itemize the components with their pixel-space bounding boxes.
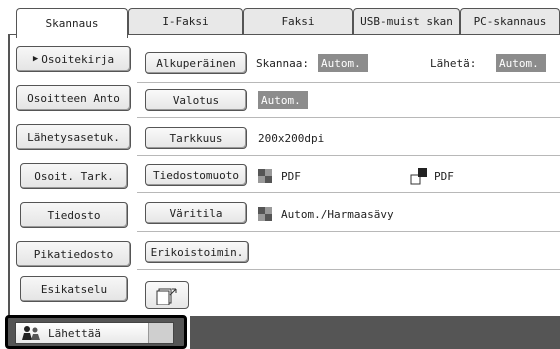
rotate-send-button[interactable] bbox=[145, 281, 189, 309]
color-mode-label: Väritila bbox=[169, 206, 223, 220]
tab-usb-scan[interactable]: USB-muist skan bbox=[353, 8, 460, 34]
tab-scan[interactable]: Skannaus bbox=[16, 8, 128, 38]
color-mode-grid-icon bbox=[258, 169, 272, 183]
scan-size-value: Autom. bbox=[318, 54, 368, 72]
address-input-button[interactable]: Osoitteen Anto bbox=[16, 85, 131, 111]
address-check-button[interactable]: Osoit. Tark. bbox=[20, 163, 128, 189]
special-modes-label: Erikoistoimin. bbox=[150, 245, 244, 259]
special-modes-button[interactable]: Erikoistoimin. bbox=[145, 241, 249, 263]
send-size-value: Autom. bbox=[496, 54, 546, 72]
quick-file-label: Pikatiedosto bbox=[33, 247, 114, 261]
file-format-button[interactable]: Tiedostomuoto bbox=[145, 164, 247, 186]
resolution-value: 200x200dpi bbox=[258, 132, 325, 145]
row-divider bbox=[137, 155, 560, 156]
mono-mode-icon bbox=[410, 168, 427, 185]
quick-file-button[interactable]: Pikatiedosto bbox=[16, 241, 131, 267]
send-settings-button[interactable]: Lähetysasetuk. bbox=[16, 124, 131, 150]
color-mode-button[interactable]: Väritila bbox=[145, 202, 247, 224]
address-book-label: Osoitekirja bbox=[41, 52, 115, 66]
format-mono-value: PDF bbox=[434, 170, 454, 183]
address-input-label: Osoitteen Anto bbox=[27, 91, 120, 105]
tab-label: USB-muist skan bbox=[360, 15, 453, 28]
tab-label: PC-skannaus bbox=[473, 15, 547, 28]
tab-label: Faksi bbox=[281, 15, 315, 28]
send-button[interactable]: Lähettää bbox=[15, 322, 174, 344]
row-divider bbox=[137, 231, 560, 232]
tab-pc-scan[interactable]: PC-skannaus bbox=[460, 8, 560, 34]
format-color-value: PDF bbox=[281, 170, 301, 183]
original-button[interactable]: Alkuperäinen bbox=[145, 52, 247, 74]
color-mode-grid-icon bbox=[258, 207, 272, 221]
tab-label: I-Faksi bbox=[162, 15, 209, 28]
preview-label: Esikatselu bbox=[40, 282, 108, 296]
scan-size-label: Skannaa: bbox=[256, 57, 309, 70]
status-bar bbox=[190, 316, 560, 349]
send-label: Lähettää bbox=[48, 326, 101, 340]
address-book-button[interactable]: ▶ Osoitekirja bbox=[16, 46, 131, 72]
mode-tabs: Skannaus I-Faksi Faksi USB-muist skan PC… bbox=[8, 8, 560, 38]
rotate-document-icon bbox=[156, 288, 177, 305]
tab-internet-fax[interactable]: I-Faksi bbox=[128, 8, 243, 34]
tab-fax[interactable]: Faksi bbox=[243, 8, 353, 34]
exposure-value: Autom. bbox=[258, 91, 308, 109]
color-mode-value: Autom./Harmaasävy bbox=[281, 208, 394, 221]
address-check-label: Osoit. Tark. bbox=[34, 169, 114, 183]
file-format-label: Tiedostomuoto bbox=[152, 168, 240, 182]
row-divider bbox=[137, 82, 560, 83]
exposure-label: Valotus bbox=[172, 93, 220, 107]
resolution-button[interactable]: Tarkkuus bbox=[145, 127, 247, 149]
preview-button[interactable]: Esikatselu bbox=[20, 276, 128, 302]
triangle-right-icon: ▶ bbox=[32, 54, 39, 64]
resolution-label: Tarkkuus bbox=[169, 131, 223, 145]
file-button[interactable]: Tiedosto bbox=[20, 202, 128, 228]
send-button-segment bbox=[148, 323, 173, 343]
row-divider bbox=[137, 117, 560, 118]
tab-label: Skannaus bbox=[45, 17, 99, 30]
exposure-button[interactable]: Valotus bbox=[145, 89, 247, 111]
row-divider bbox=[137, 192, 560, 193]
row-divider bbox=[137, 269, 560, 270]
file-label: Tiedosto bbox=[47, 208, 101, 222]
send-settings-label: Lähetysasetuk. bbox=[27, 130, 120, 144]
send-size-label: Lähetä: bbox=[430, 57, 477, 70]
people-icon bbox=[22, 326, 40, 340]
original-label: Alkuperäinen bbox=[156, 56, 236, 70]
